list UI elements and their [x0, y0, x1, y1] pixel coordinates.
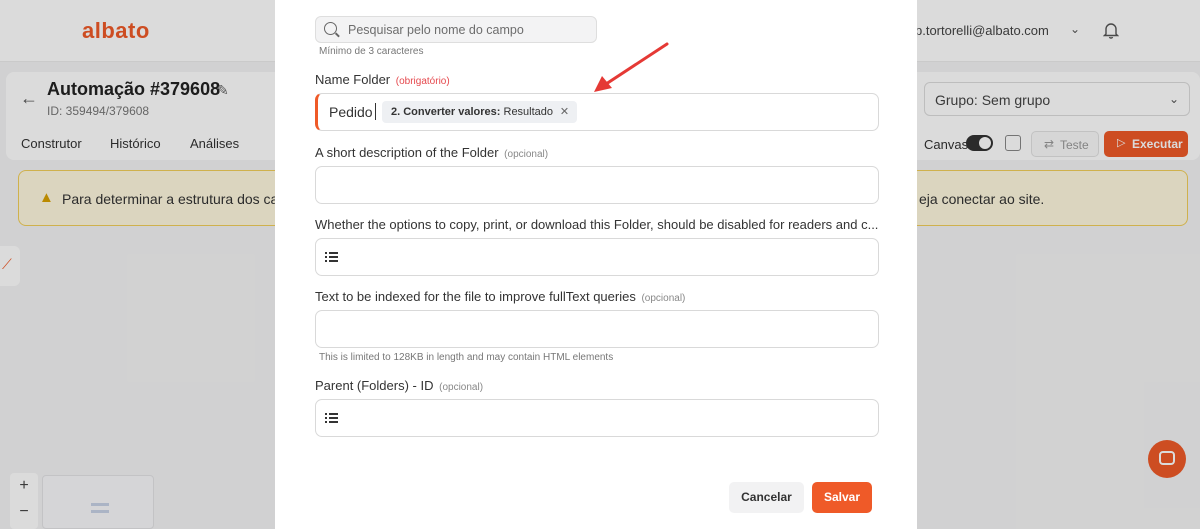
variable-chip[interactable]: 2. Converter valores: Resultado ✕: [382, 101, 578, 123]
field-search: [315, 16, 597, 43]
fulltext-field[interactable]: [315, 310, 879, 348]
field-label-name-folder: Name Folder (obrigatório): [315, 72, 450, 87]
cancel-button[interactable]: Cancelar: [729, 482, 804, 513]
field-label-text: Whether the options to copy, print, or d…: [315, 217, 879, 232]
field-label-copy-options: Whether the options to copy, print, or d…: [315, 217, 878, 232]
required-tag: (obrigatório): [395, 76, 450, 87]
search-input[interactable]: [348, 17, 588, 42]
save-button[interactable]: Salvar: [812, 482, 872, 513]
optional-tag: (opcional): [439, 382, 484, 393]
optional-tag: (opcional): [504, 149, 549, 160]
close-icon[interactable]: ✕: [560, 101, 569, 123]
search-icon: [324, 22, 337, 35]
field-mapping-modal: Mínimo de 3 caracteres Name Folder (obri…: [275, 0, 917, 529]
copy-options-select[interactable]: [315, 238, 879, 276]
field-value-text: Pedido: [329, 104, 373, 120]
parent-id-field[interactable]: [315, 399, 879, 437]
chip-source: 2. Converter valores:: [391, 106, 501, 118]
name-folder-field[interactable]: Pedido 2. Converter valores: Resultado ✕: [315, 93, 879, 131]
list-icon: [325, 413, 338, 423]
field-label-fulltext: Text to be indexed for the file to impro…: [315, 289, 685, 304]
description-field[interactable]: [315, 166, 879, 204]
field-label-text: Parent (Folders) - ID: [315, 378, 434, 393]
search-hint: Mínimo de 3 caracteres: [319, 46, 424, 57]
field-label-text: Text to be indexed for the file to impro…: [315, 289, 636, 304]
field-label-text: Name Folder: [315, 72, 391, 87]
fulltext-hint: This is limited to 128KB in length and m…: [319, 352, 614, 363]
field-label-description: A short description of the Folder (opcio…: [315, 145, 548, 160]
chip-value: Resultado: [503, 106, 554, 118]
field-label-text: A short description of the Folder: [315, 145, 499, 160]
list-icon: [325, 252, 338, 262]
field-label-parent-id: Parent (Folders) - ID (opcional): [315, 378, 483, 393]
text-caret: [375, 103, 376, 120]
optional-tag: (opcional): [641, 293, 686, 304]
